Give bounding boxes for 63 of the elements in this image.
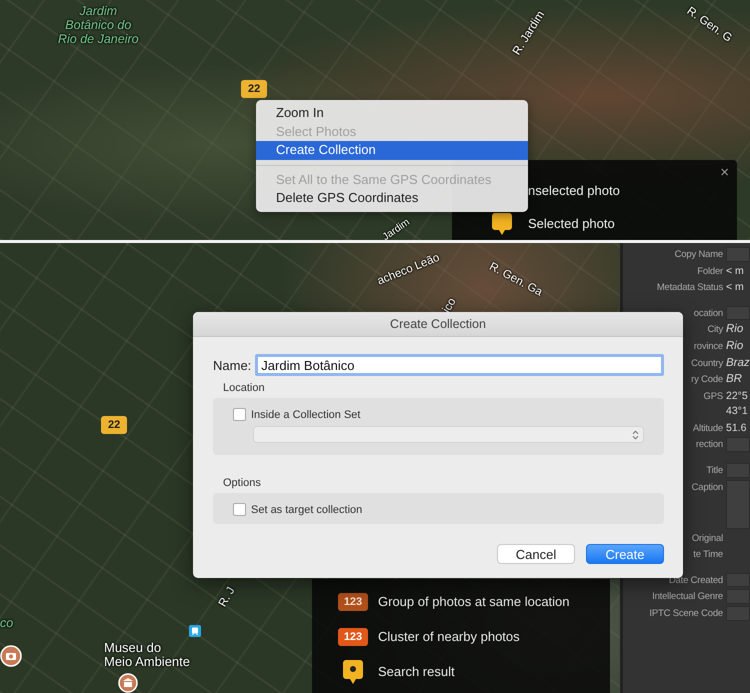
metadata-label: City xyxy=(707,323,724,338)
legend-label: Group of photos at same location xyxy=(378,594,570,609)
metadata-label: ry Code xyxy=(691,373,724,388)
group-badge: 123 xyxy=(338,592,368,610)
metadata-value: 51.6 xyxy=(726,420,746,436)
metadata-label: ocation xyxy=(694,306,724,321)
metadata-value: 22°5 43°1 xyxy=(726,388,748,419)
menu-item[interactable]: Create Collection xyxy=(256,141,528,160)
menu-item[interactable]: Zoom In xyxy=(256,104,528,122)
street-label: R. J xyxy=(216,585,238,609)
metadata-value: BR xyxy=(726,372,742,388)
checkbox-label: Inside a Collection Set xyxy=(251,408,360,420)
name-label: Name: xyxy=(213,358,252,372)
close-button[interactable]: × xyxy=(720,164,729,181)
collection-set-dropdown[interactable] xyxy=(253,426,644,443)
legend-label: nselected photo xyxy=(528,183,620,198)
metadata-label: rection xyxy=(696,438,724,452)
street-label: acheco Leão xyxy=(376,252,442,288)
metadata-value: Braz xyxy=(726,356,750,371)
checkbox-label: Set as target collection xyxy=(251,504,362,516)
dialog-button[interactable]: Cancel xyxy=(497,544,575,564)
metro-icon xyxy=(189,625,201,637)
marker-icon xyxy=(492,212,512,234)
map-place-label: Museu do Meio Ambiente xyxy=(104,641,190,669)
metadata-label: IPTC Scene Code xyxy=(649,606,724,621)
street-label: R. Gen. Ga xyxy=(487,260,544,299)
legend-label: Selected photo xyxy=(528,216,615,231)
section-title: Options xyxy=(223,477,262,489)
map-place-label: co xyxy=(0,616,14,630)
metadata-label: te Time xyxy=(693,548,724,562)
metadata-label: Caption xyxy=(692,480,724,495)
chevron-icon xyxy=(632,430,639,440)
metadata-value: < m xyxy=(726,280,744,296)
metadata-label: Metadata Status xyxy=(656,281,724,296)
metadata-label: Original xyxy=(692,532,724,546)
search-pin-icon xyxy=(343,660,363,684)
name-field[interactable]: Jardim Botânico xyxy=(255,354,664,376)
section-title: Location xyxy=(223,382,266,394)
metadata-value: < m xyxy=(726,264,744,279)
legend-label: Cluster of nearby photos xyxy=(378,629,520,644)
cluster-marker[interactable]: 22 xyxy=(241,80,268,98)
map-place-label: Jardim Botânico do Rio de Janeiro xyxy=(58,4,139,46)
street-label: ico xyxy=(440,296,459,315)
street-label: R. Gen. G xyxy=(684,5,734,45)
metadata-label: Title xyxy=(706,464,724,478)
metadata-label: Altitude xyxy=(692,422,724,436)
camera-icon xyxy=(0,645,22,667)
museum-icon xyxy=(118,673,138,693)
cluster-badge: 123 xyxy=(338,628,368,646)
menu-item[interactable]: Delete GPS Coordinates xyxy=(256,189,528,208)
legend-label: Search result xyxy=(378,664,455,679)
metadata-label: rovince xyxy=(694,340,724,354)
checkbox[interactable] xyxy=(233,408,246,421)
metadata-label: Copy Name xyxy=(674,248,724,262)
dialog-title: Create Collection xyxy=(193,312,683,337)
metadata-label: Country xyxy=(691,356,724,371)
cluster-marker[interactable]: 22 xyxy=(101,416,128,434)
metadata-value: Rio xyxy=(726,322,744,338)
checkbox[interactable] xyxy=(233,503,246,516)
metadata-label: GPS xyxy=(704,390,724,404)
metadata-label: Intellectual Genre xyxy=(652,590,724,604)
metadata-value: Rio xyxy=(726,338,744,354)
metadata-label: Folder xyxy=(697,264,724,279)
